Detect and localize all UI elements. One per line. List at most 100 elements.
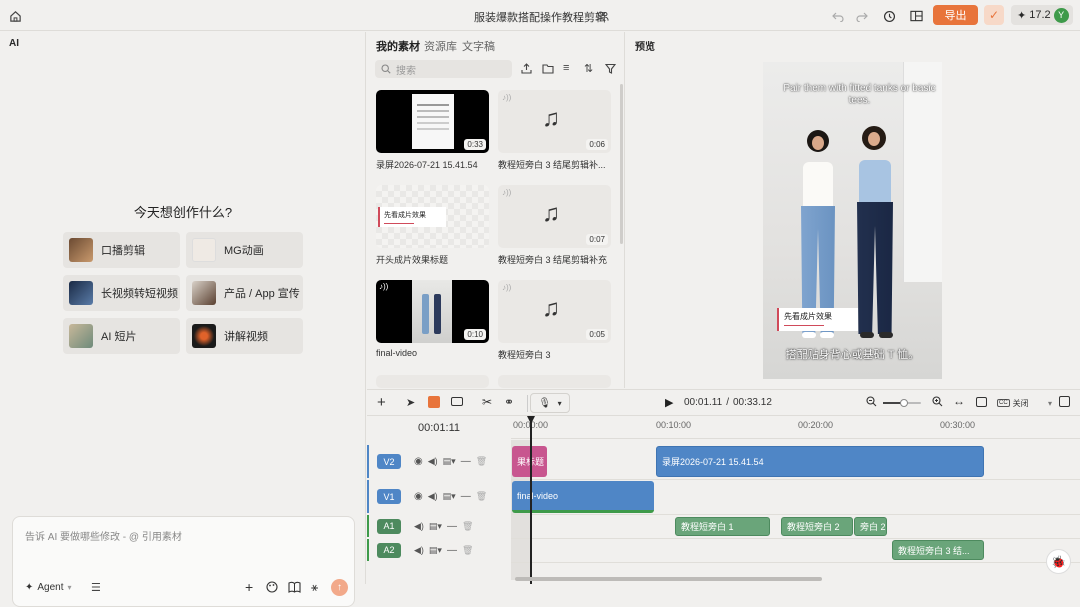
asset-thumb-audio[interactable]: ♪)) ♫ 0:07 [498,185,611,248]
upload-icon[interactable] [521,63,532,77]
avatar[interactable]: Y [1053,7,1069,23]
volume-icon[interactable]: ◀) [428,456,438,467]
cursor-icon[interactable]: ➤ [406,396,415,409]
zoom-slider[interactable] [883,399,921,407]
tab-library[interactable]: 资源库 [424,38,457,54]
quick-action-talking-head[interactable]: 口播剪辑 [63,232,180,268]
trash-icon[interactable]: 🗑 [462,545,473,556]
volume-icon[interactable]: ◀) [428,491,438,502]
collaborators-icon[interactable] [593,7,611,25]
split-tool-icon[interactable] [428,396,440,408]
zoom-out-icon[interactable] [866,396,877,410]
volume-icon[interactable]: ◀) [414,521,424,532]
top-bar: 服装爆款搭配操作教程剪辑 导出 ✓ ✦ 17.2 Y [0,0,1080,31]
quick-action-label: MG动画 [224,245,264,257]
zoom-in-icon[interactable] [932,396,943,410]
redo-icon[interactable] [853,7,871,25]
asset-thumb-final-video[interactable]: ♪)) 0:10 [376,280,489,343]
asset-thumb-partial[interactable] [498,375,611,388]
tab-transcript[interactable]: 文字稿 [462,38,495,54]
minus-icon[interactable]: — [461,491,471,502]
caption-bottom: 搭配贴身背心或基础 T 恤。 [785,349,920,361]
title-card-text: 先看成片效果 [384,212,426,219]
tab-my-assets[interactable]: 我的素材 [376,38,420,54]
eye-icon[interactable]: ◉ [414,491,423,502]
caption-style-icon[interactable]: ▤▾ [443,456,456,467]
list-view-icon[interactable]: ≡ [563,62,569,74]
book-icon[interactable] [288,581,301,596]
clip-a1-narration-2[interactable]: 教程短旁白 2 [781,517,853,536]
volume-icon[interactable]: ◀) [414,545,424,556]
check-icon[interactable]: ✓ [984,5,1004,25]
filter-icon[interactable] [604,63,617,77]
bug-report-icon[interactable]: 🐞 [1046,549,1071,574]
credits-badge[interactable]: ✦ 17.2 Y [1011,5,1073,25]
fullscreen-icon[interactable] [1059,396,1070,407]
timeline-ruler[interactable]: 00:00:00 00:10:00 00:20:00 00:30:00 [511,416,1080,439]
caption-style-icon[interactable]: ▤▾ [429,545,442,556]
trash-icon[interactable]: 🗑 [462,521,473,532]
asset-thumb-screen-recording[interactable]: 0:33 [376,90,489,153]
minus-icon[interactable]: — [447,521,457,532]
search-input[interactable]: 搜索 [375,60,512,78]
microphone-dropdown[interactable]: 🎙 ▾ [530,393,570,413]
zoom-slider-handle[interactable] [900,399,908,407]
caption-tool-icon[interactable] [451,397,463,406]
assets-scrollbar[interactable] [620,84,623,244]
add-icon[interactable]: + [245,579,253,595]
undo-icon[interactable] [829,7,847,25]
clip-a1-narration-3[interactable]: 旁白 2 [854,517,887,536]
history-icon[interactable] [880,7,898,25]
clip-v1-final-video[interactable]: final-video [512,481,654,513]
fit-width-icon[interactable]: ↔ [953,394,965,408]
snap-icon[interactable] [976,397,987,407]
asset-thumb-audio[interactable]: ♪)) ♫ 0:06 [498,90,611,153]
export-button[interactable]: 导出 [933,5,978,25]
folder-icon[interactable] [542,63,554,77]
clip-a1-narration-1[interactable]: 教程短旁白 1 [675,517,770,536]
send-button[interactable]: ↑ [331,579,348,596]
clip-v2-screen-recording[interactable]: 录屏2026-07-21 15.41.54 [656,446,984,477]
asset-label: 教程短旁白 3 [498,350,551,360]
sort-icon[interactable]: ⇅ [584,62,593,75]
quick-action-label: AI 短片 [101,331,137,343]
video-preview[interactable]: Pair them with fitted tanks or basic tee… [763,62,942,379]
scissors-icon[interactable]: ✂ [482,395,492,409]
quick-action-label: 长视频转短视频 [101,288,178,300]
quick-action-mg-animation[interactable]: MG动画 [186,232,303,268]
layout-icon[interactable] [907,7,925,25]
asset-thumb-audio[interactable]: ♪)) ♫ 0:05 [498,280,611,343]
caption-toggle[interactable]: CC 关闭 ▾ [997,395,1052,411]
quick-action-product-promo[interactable]: 产品 / App 宣传 [186,275,303,311]
link-icon[interactable]: ⚭ [504,395,514,409]
trash-icon[interactable]: 🗑 [476,491,487,502]
quick-action-ai-short[interactable]: AI 短片 [63,318,180,354]
caption-style-icon[interactable]: ▤▾ [443,491,456,502]
quick-action-label: 产品 / App 宣传 [224,288,300,300]
timeline-scrollbar[interactable] [515,577,822,581]
minus-icon[interactable]: — [447,545,457,556]
track-badge: V1 [377,489,401,504]
asset-thumb-partial[interactable] [376,375,489,388]
asset-thumb-title[interactable]: 先看成片效果 [376,185,489,248]
magic-wand-icon[interactable]: ⚹ [311,580,318,595]
playhead-line[interactable] [530,422,532,584]
palette-icon[interactable] [266,581,278,596]
quick-action-long-to-short[interactable]: 长视频转短视频 [63,275,180,311]
minus-icon[interactable]: — [461,456,471,467]
play-icon[interactable]: ▶ [665,396,673,409]
eye-icon[interactable]: ◉ [414,456,423,467]
chevron-down-icon: ▾ [1047,398,1052,408]
ai-chat-input[interactable]: 告诉 AI 要做哪些修改 - @ 引用素材 [25,528,182,543]
quick-action-label: 口播剪辑 [101,245,145,257]
row-divider [511,479,1080,480]
caption-style-icon[interactable]: ▤▾ [429,521,442,532]
quick-action-explainer[interactable]: 讲解视频 [186,318,303,354]
track-header-a2: A2 ◀) ▤▾ — 🗑 [367,539,511,561]
settings-sliders-icon[interactable]: ☰ [91,581,101,594]
add-track-icon[interactable]: + [377,394,386,411]
clip-a2-narration[interactable]: 教程短旁白 3 结... [892,540,984,560]
home-icon[interactable] [6,7,24,25]
video-badge-icon: ♪)) [379,282,389,291]
trash-icon[interactable]: 🗑 [476,456,487,467]
